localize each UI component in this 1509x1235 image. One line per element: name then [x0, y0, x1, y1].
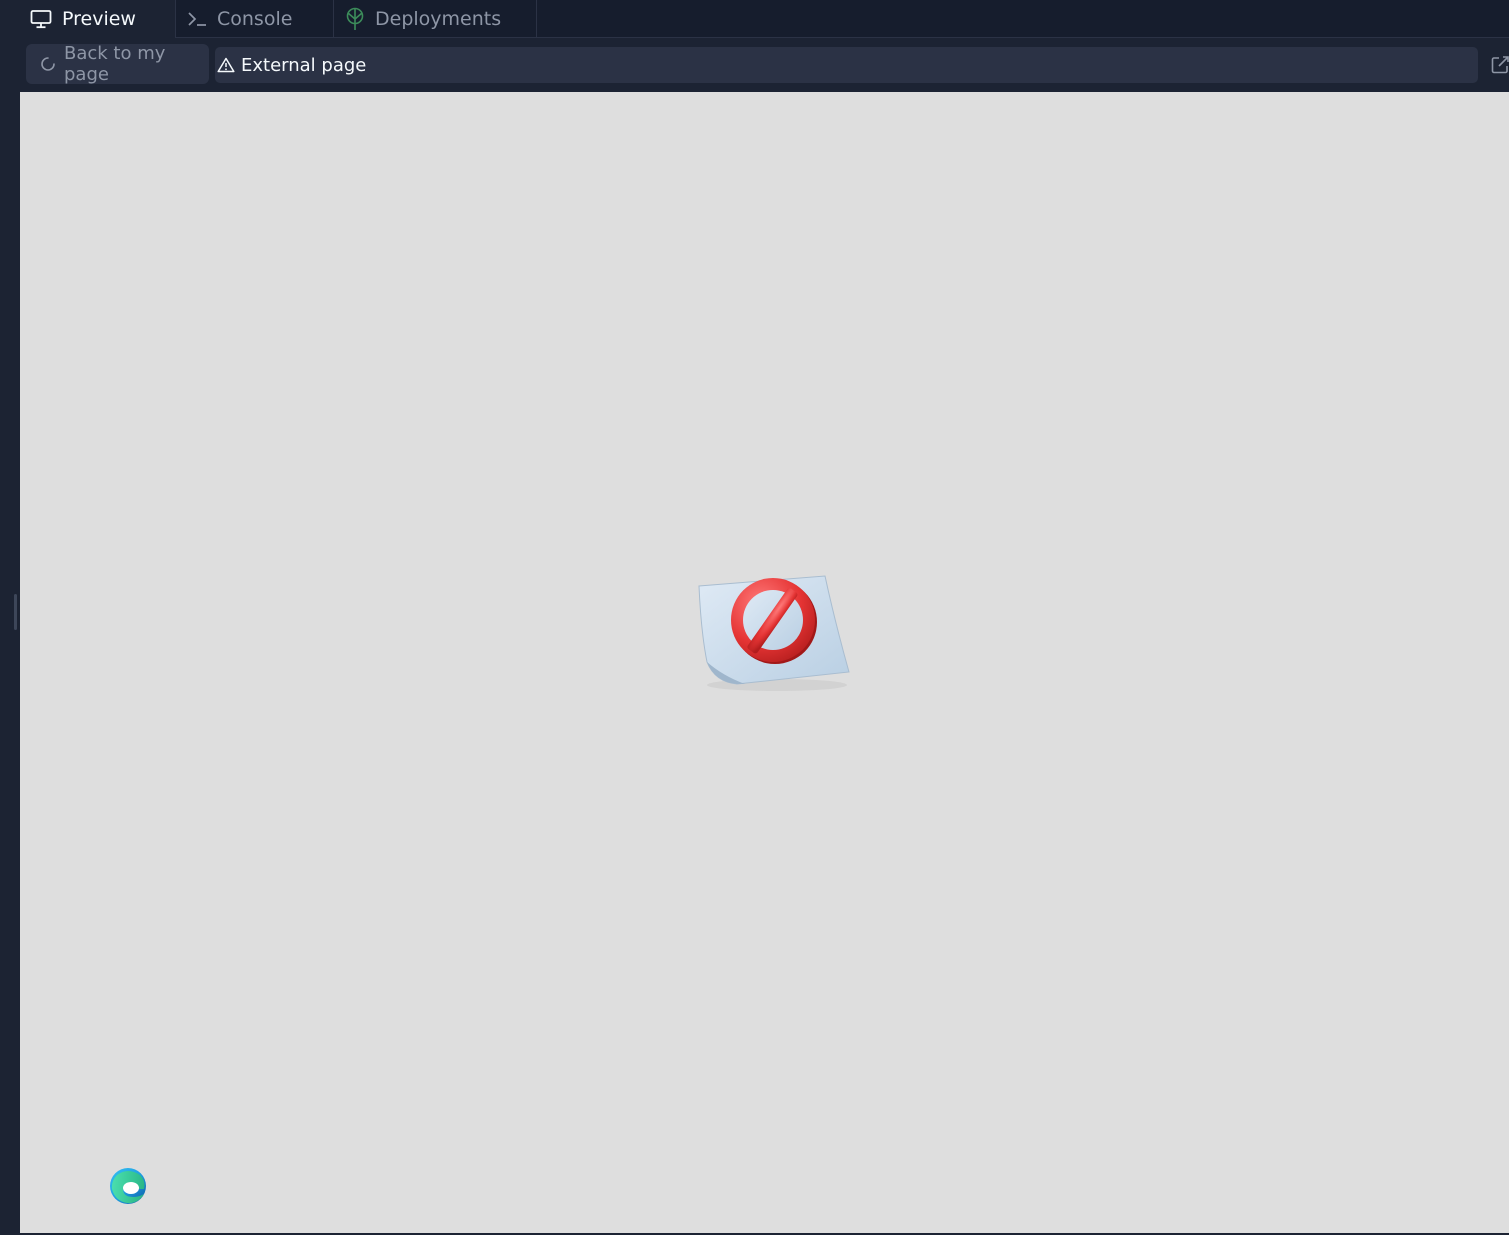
tab-deployments-label: Deployments	[375, 8, 502, 30]
loading-spinner-icon	[40, 56, 56, 72]
preview-toolbar: Back to my page External page	[20, 38, 1509, 92]
resize-handle[interactable]	[14, 594, 17, 630]
address-label: External page	[241, 54, 367, 76]
tab-console[interactable]: Console	[176, 0, 334, 38]
tab-deployments[interactable]: Deployments	[334, 0, 537, 38]
edge-browser-logo-icon	[109, 1167, 147, 1205]
back-to-my-page-button[interactable]: Back to my page	[26, 43, 209, 85]
tab-bar: Preview Console Deployments	[20, 0, 1509, 38]
warning-triangle-icon	[217, 57, 235, 73]
tab-preview-label: Preview	[62, 8, 136, 30]
blocked-page-icon	[697, 572, 855, 698]
monitor-icon	[30, 9, 52, 29]
tab-console-label: Console	[217, 8, 293, 30]
back-button-label: Back to my page	[64, 43, 166, 85]
deployments-icon	[345, 7, 365, 31]
tab-preview[interactable]: Preview	[20, 0, 176, 38]
address-bar[interactable]: External page	[215, 47, 1478, 83]
left-gutter	[0, 0, 20, 1235]
open-external-icon[interactable]	[1490, 55, 1509, 75]
terminal-icon	[187, 10, 207, 28]
preview-viewport	[20, 92, 1509, 1233]
